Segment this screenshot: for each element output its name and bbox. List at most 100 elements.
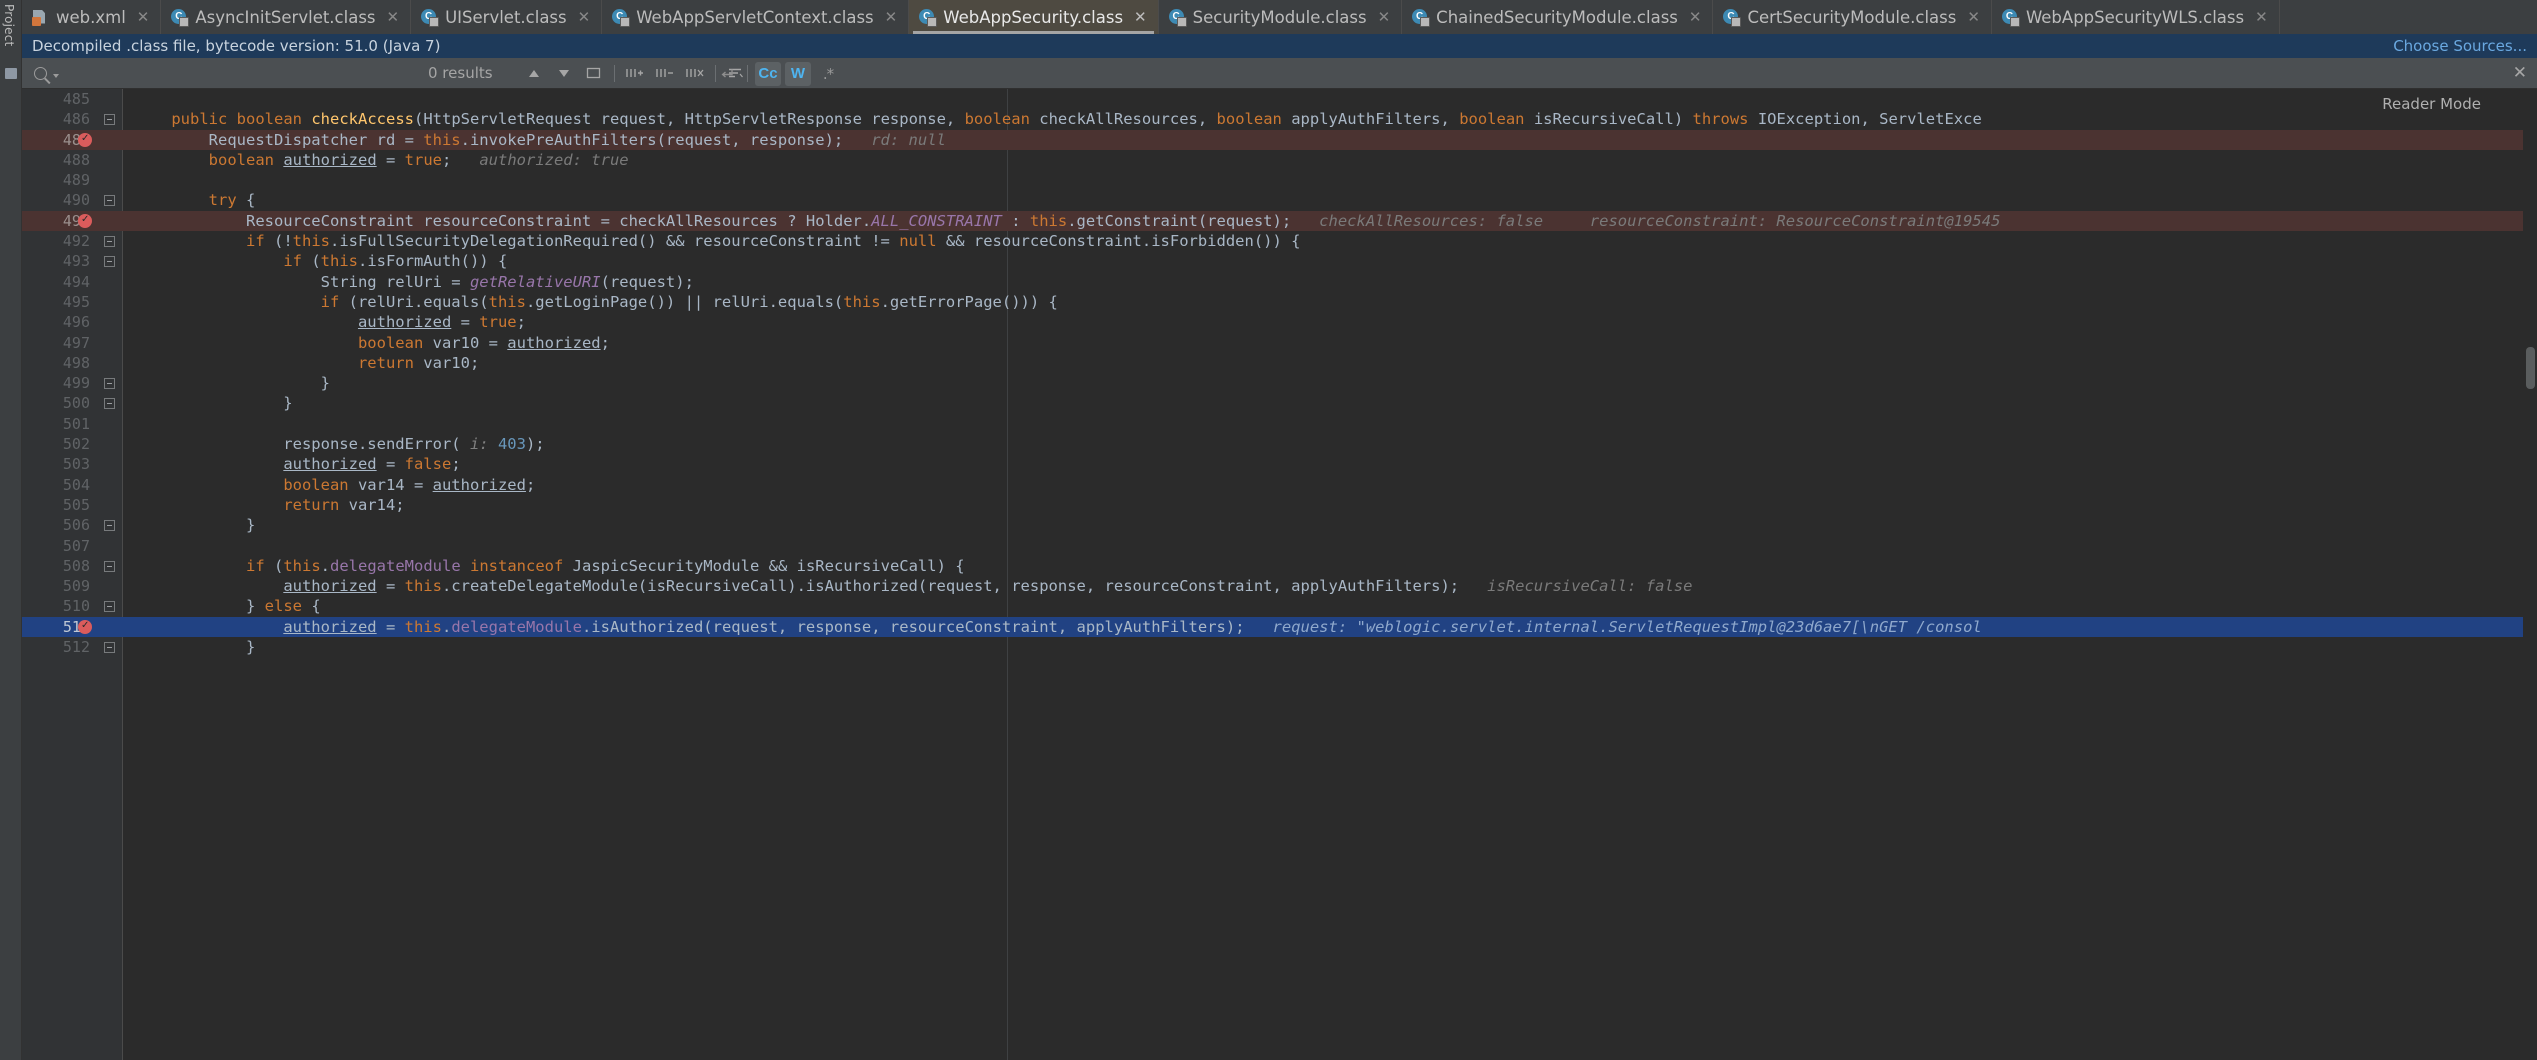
code-line[interactable]: 486 public boolean checkAccess(HttpServl… xyxy=(22,109,2537,129)
code-line[interactable]: 490 try { xyxy=(22,190,2537,210)
code-line[interactable]: 487 RequestDispatcher rd = this.invokePr… xyxy=(22,129,2537,150)
code-line[interactable]: 495 if (relUri.equals(this.getLoginPage(… xyxy=(22,292,2537,312)
editor-tab[interactable]: WebAppSecurity.class ✕ xyxy=(909,0,1159,34)
code-line[interactable]: 503 authorized = false; xyxy=(22,454,2537,474)
new-line-button[interactable] xyxy=(714,62,740,86)
code-line-text: return var14; xyxy=(283,495,405,514)
code-line[interactable]: 498 return var10; xyxy=(22,353,2537,373)
editor-tab[interactable]: SecurityModule.class ✕ xyxy=(1159,0,1403,34)
code-line-text: authorized = this.createDelegateModule(i… xyxy=(283,577,1693,596)
words-toggle[interactable]: W xyxy=(785,61,811,86)
code-line[interactable]: 504 boolean var14 = authorized; xyxy=(22,475,2537,495)
breakpoint-icon[interactable] xyxy=(78,210,92,230)
code-line[interactable]: 512 } xyxy=(22,637,2537,657)
code-line[interactable]: 491 ResourceConstraint resourceConstrain… xyxy=(22,210,2537,232)
exclude-selection-button[interactable] xyxy=(652,61,678,85)
code-editor[interactable]: Reader Mode 485 486 public boolean checkA… xyxy=(22,89,2537,1060)
code-line[interactable]: 509 authorized = this.createDelegateModu… xyxy=(22,576,2537,596)
code-line[interactable]: 489 xyxy=(22,170,2537,190)
fold-collapse-icon[interactable] xyxy=(104,642,115,654)
code-lines-container[interactable]: 485 486 public boolean checkAccess(HttpSe… xyxy=(22,89,2537,1060)
scrollbar-thumb[interactable] xyxy=(2526,347,2535,389)
code-line[interactable]: 511 authorized = this.delegateModule.isA… xyxy=(22,616,2537,638)
fold-collapse-icon[interactable] xyxy=(104,520,115,532)
code-line[interactable]: 501 xyxy=(22,414,2537,434)
editor-tab[interactable]: UIServlet.class ✕ xyxy=(411,0,603,34)
chevron-down-icon[interactable] xyxy=(53,73,59,78)
breakpoint-icon[interactable] xyxy=(78,616,92,636)
line-number: 494 xyxy=(62,272,90,291)
code-line-text: authorized = true; xyxy=(357,313,526,332)
code-line[interactable]: 507 xyxy=(22,536,2537,556)
tab-close-icon[interactable]: ✕ xyxy=(578,9,591,25)
fold-collapse-icon[interactable] xyxy=(104,236,115,248)
code-line[interactable]: 500 } xyxy=(22,393,2537,413)
match-case-toggle[interactable]: Cc xyxy=(755,61,781,86)
editor-tab[interactable]: ChainedSecurityModule.class ✕ xyxy=(1402,0,1714,34)
code-line[interactable]: 497 boolean var10 = authorized; xyxy=(22,333,2537,353)
words-label: W xyxy=(790,65,806,82)
left-tool-rail: Project xyxy=(0,0,22,1060)
tab-close-icon[interactable]: ✕ xyxy=(387,9,400,25)
editor-tab-label: ChainedSecurityModule.class xyxy=(1436,7,1678,27)
code-line[interactable]: 494 String relUri = getRelativeURI(reque… xyxy=(22,272,2537,292)
fold-collapse-icon[interactable] xyxy=(104,114,115,126)
breakpoint-icon[interactable] xyxy=(78,129,92,149)
choose-sources-link[interactable]: Choose Sources... xyxy=(2393,37,2527,55)
editor-tab-label: AsyncInitServlet.class xyxy=(195,7,376,27)
code-line[interactable]: 493 if (this.isFormAuth()) { xyxy=(22,251,2537,271)
tab-close-icon[interactable]: ✕ xyxy=(885,9,898,25)
editor-tab[interactable]: web.xml ✕ xyxy=(22,0,162,34)
exclude-all-button[interactable] xyxy=(682,61,708,85)
code-line[interactable]: 499 } xyxy=(22,373,2537,393)
editor-tab[interactable]: AsyncInitServlet.class ✕ xyxy=(161,0,412,34)
line-number: 485 xyxy=(62,90,90,108)
structure-icon[interactable] xyxy=(5,68,17,79)
fold-collapse-icon[interactable] xyxy=(104,560,115,572)
code-line[interactable]: 505 return var14; xyxy=(22,495,2537,515)
fold-collapse-icon[interactable] xyxy=(104,256,115,268)
code-line[interactable]: 502 response.sendError( i: 403); xyxy=(22,434,2537,454)
code-line[interactable]: 488 boolean authorized = true; authorize… xyxy=(22,150,2537,170)
close-find-button[interactable]: ✕ xyxy=(2513,63,2527,83)
next-occurrence-button[interactable] xyxy=(551,61,577,85)
editor-tab[interactable]: CertSecurityModule.class ✕ xyxy=(1713,0,1992,34)
tab-close-icon[interactable]: ✕ xyxy=(137,9,150,25)
fold-collapse-icon[interactable] xyxy=(104,601,115,613)
editor-tab[interactable]: WebAppServletContext.class ✕ xyxy=(602,0,910,34)
line-number: 492 xyxy=(62,232,90,251)
code-line[interactable]: 485 xyxy=(22,89,2537,109)
code-line-text: if (this.isFormAuth()) { xyxy=(283,252,508,271)
find-toolbar: 0 results ✕ xyxy=(22,58,2537,89)
java-class-icon xyxy=(421,8,440,27)
regex-toggle[interactable]: .* xyxy=(815,62,841,86)
editor-scrollbar[interactable] xyxy=(2523,89,2537,1060)
code-line[interactable]: 508 if (this.delegateModule instanceof J… xyxy=(22,556,2537,576)
code-line-text: } xyxy=(134,516,256,535)
java-class-icon xyxy=(171,8,190,27)
code-line[interactable]: 506 } xyxy=(22,515,2537,535)
project-tool-window-button[interactable]: Project xyxy=(2,4,16,46)
line-number: 506 xyxy=(62,516,90,535)
fold-collapse-icon[interactable] xyxy=(104,378,115,390)
tab-close-icon[interactable]: ✕ xyxy=(1378,9,1391,25)
fold-collapse-icon[interactable] xyxy=(104,398,115,410)
tab-close-icon[interactable]: ✕ xyxy=(1134,9,1147,25)
tab-close-icon[interactable]: ✕ xyxy=(1689,9,1702,25)
select-all-occurrences-button[interactable] xyxy=(581,61,607,85)
tab-close-icon[interactable]: ✕ xyxy=(2255,9,2268,25)
code-line[interactable]: 496 authorized = true; xyxy=(22,312,2537,332)
search-icon xyxy=(34,66,47,80)
tab-close-icon[interactable]: ✕ xyxy=(1967,9,1980,25)
prev-occurrence-button[interactable] xyxy=(521,61,547,85)
search-input[interactable] xyxy=(63,63,422,83)
editor-tab[interactable]: WebAppSecurityWLS.class ✕ xyxy=(1992,0,2280,34)
add-selection-button[interactable] xyxy=(622,61,648,85)
code-line-text: if (relUri.equals(this.getLoginPage()) |… xyxy=(320,292,1058,311)
code-line[interactable]: 510 } else { xyxy=(22,596,2537,616)
line-number: 507 xyxy=(62,536,90,555)
code-line[interactable]: 492 if (!this.isFullSecurityDelegationRe… xyxy=(22,231,2537,251)
search-field-wrapper[interactable] xyxy=(22,58,422,89)
fold-collapse-icon[interactable] xyxy=(104,195,115,207)
reader-mode-label[interactable]: Reader Mode xyxy=(2382,95,2481,113)
